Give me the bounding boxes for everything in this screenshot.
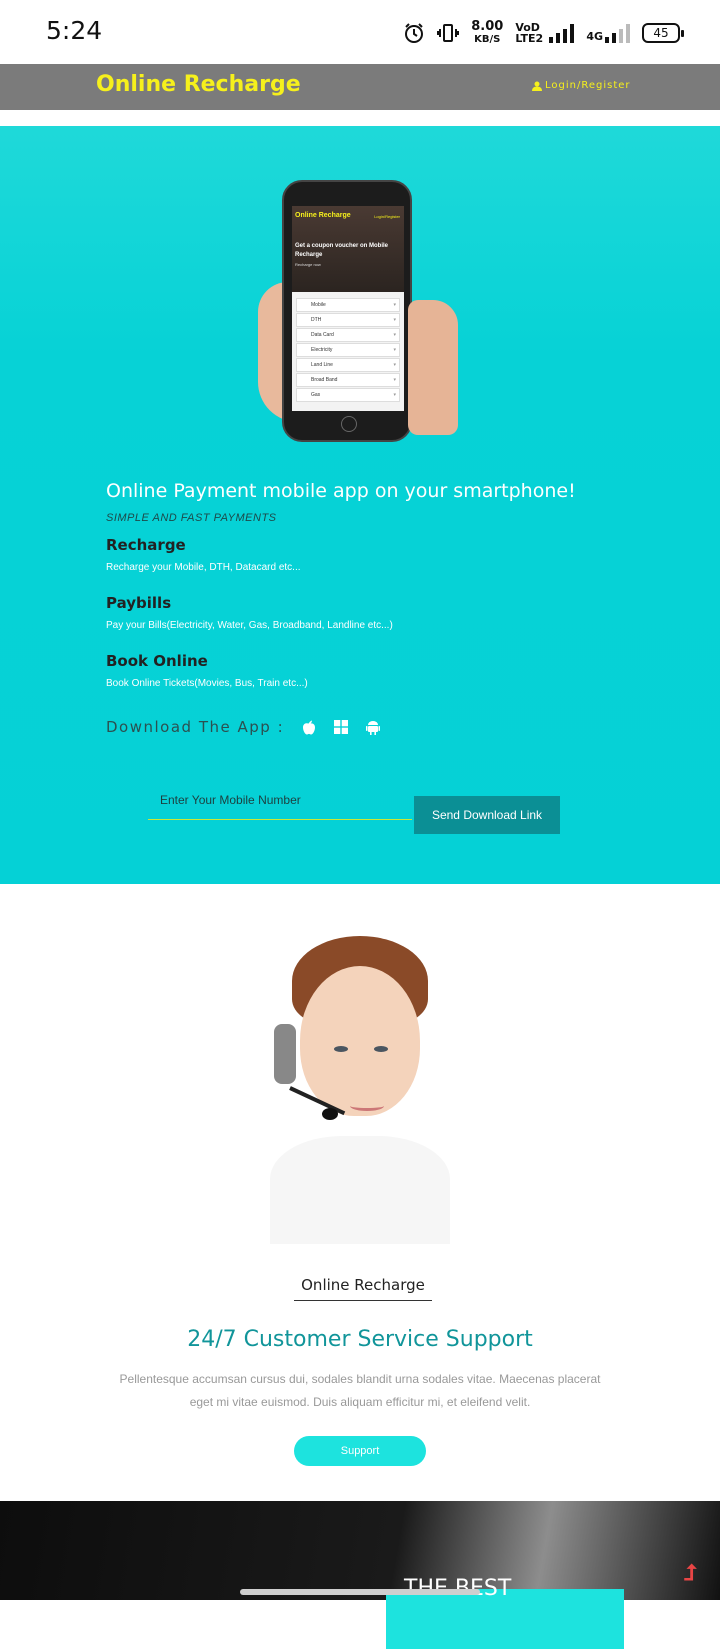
phone-illustration: Online Recharge Login/Register Get a cou… (258, 180, 468, 446)
phone-device: Online Recharge Login/Register Get a cou… (282, 180, 412, 442)
support-agent-image (270, 936, 450, 1244)
phone-screen-recharge-now: Recharge now (295, 262, 321, 267)
phone-list-item: DTH (296, 313, 400, 327)
agent-eye (374, 1046, 388, 1052)
feature-heading-book-online: Book Online (106, 652, 208, 670)
microphone-icon (322, 1108, 338, 1120)
login-register-link[interactable]: Login/Register (532, 80, 631, 91)
agent-smile (350, 1101, 384, 1111)
android-icon[interactable] (366, 719, 381, 735)
agent-face (300, 966, 420, 1116)
alarm-icon (405, 23, 424, 43)
signal-icon (549, 23, 575, 43)
hand-right (408, 300, 458, 435)
mobile-number-input[interactable] (148, 780, 412, 820)
feature-desc-book-online: Book Online Tickets(Movies, Bus, Train e… (106, 678, 308, 689)
status-time: 5:24 (46, 16, 103, 45)
bottom-banner (0, 1501, 720, 1600)
hero-title: Online Payment mobile app on your smartp… (106, 480, 576, 502)
speed-value: 8.00 (471, 19, 504, 34)
user-icon (532, 81, 542, 91)
gesture-nav-bar[interactable] (240, 1589, 480, 1595)
download-app-row: Download The App : (106, 718, 381, 736)
phone-home-button (341, 416, 357, 432)
status-icons: 8.00 KB/S VoD LTE2 4G 45 (403, 16, 684, 50)
windows-icon[interactable] (334, 720, 349, 734)
signal-4g-icon: 4G (586, 23, 630, 43)
feature-desc-paybills: Pay your Bills(Electricity, Water, Gas, … (106, 620, 393, 631)
phone-screen-coupon: Get a coupon voucher on Mobile Recharge (295, 243, 389, 258)
support-tagline: Online Recharge (294, 1276, 432, 1301)
download-label: Download The App : (106, 718, 285, 736)
hero-subtitle: SIMPLE AND FAST PAYMENTS (106, 512, 277, 524)
feature-heading-paybills: Paybills (106, 594, 172, 612)
phone-list-item: Broad Band (296, 373, 400, 387)
vibrate-icon (437, 24, 460, 42)
phone-list-item: Electricity (296, 343, 400, 357)
feature-desc-recharge: Recharge your Mobile, DTH, Datacard etc.… (106, 562, 301, 573)
battery-level: 45 (653, 26, 669, 40)
volte-indicator: VoD LTE2 (515, 21, 544, 45)
login-register-label: Login/Register (545, 80, 631, 91)
send-download-link-button[interactable]: Send Download Link (414, 796, 560, 834)
phone-list-item: Mobile (296, 298, 400, 312)
brand-logo[interactable]: Online Recharge (96, 72, 301, 97)
battery-icon: 45 (642, 23, 684, 43)
phone-list-item: Data Card (296, 328, 400, 342)
hero-section: Online Recharge Login/Register Get a cou… (0, 126, 720, 884)
status-bar: 5:24 8.00 KB/S VoD LTE2 4G 45 (0, 0, 720, 64)
phone-screen-title: Online Recharge (295, 212, 351, 219)
network-speed: 8.00 KB/S (471, 20, 503, 46)
phone-screen: Online Recharge Login/Register Get a cou… (292, 206, 404, 411)
agent-sweater (270, 1136, 450, 1244)
network-type: 4G (586, 30, 603, 43)
phone-list-item: Land Line (296, 358, 400, 372)
support-button[interactable]: Support (294, 1436, 426, 1466)
headset-icon (274, 1024, 296, 1084)
apple-icon[interactable] (302, 719, 316, 735)
speed-unit: KB/S (474, 34, 501, 45)
top-navbar: Online Recharge Login/Register (0, 64, 720, 110)
phone-list-item: Gas (296, 388, 400, 402)
support-paragraph: Pellentesque accumsan cursus dui, sodale… (119, 1372, 601, 1409)
phone-screen-login: Login/Register (374, 214, 400, 219)
phone-screen-list: Mobile DTH Data Card Electricity Land Li… (296, 298, 400, 403)
support-heading: 24/7 Customer Service Support (187, 1327, 533, 1352)
feature-heading-recharge: Recharge (106, 536, 186, 554)
scroll-to-top-icon[interactable]: ⮥ (684, 1560, 697, 1586)
agent-eye (334, 1046, 348, 1052)
